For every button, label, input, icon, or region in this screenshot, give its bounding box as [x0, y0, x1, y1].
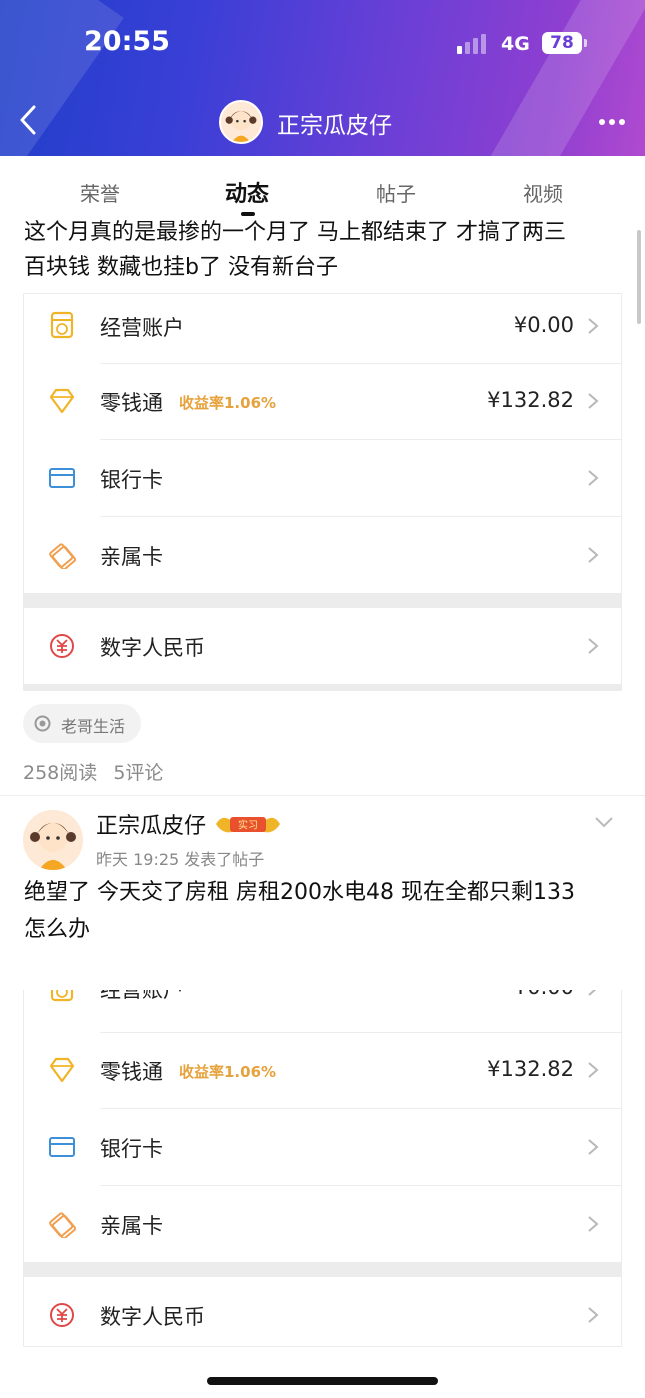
wallet-row-label: 银行卡 — [100, 468, 163, 492]
post-text-line: 怎么办 — [24, 917, 91, 942]
wallet-row-value: ¥0.00 — [513, 313, 574, 337]
post-time: 昨天 19:25 发表了帖子 — [96, 850, 265, 869]
post-text-line: 百块钱 数藏也挂b了 没有新台子 — [24, 255, 338, 280]
network-type: 4G — [501, 33, 530, 55]
wallet-row-change: 零钱通 收益率1.06% ¥132.82 — [24, 1032, 621, 1109]
wallet-screenshot-card[interactable]: 经营账户 ¥0.00 零钱通 收益率1.06% ¥132.82 银行卡 亲属卡 — [23, 990, 622, 1347]
wallet-row-label: 经营账户 — [100, 316, 184, 340]
header-avatar[interactable] — [219, 100, 263, 144]
wallet-row-value: ¥132.82 — [487, 1057, 574, 1081]
tab-posts[interactable]: 帖子 — [376, 178, 416, 207]
author-name[interactable]: 正宗瓜皮仔 — [96, 808, 206, 840]
topic-label: 老哥生活 — [61, 717, 126, 736]
wallet-row-label: 数字人民币 — [100, 636, 205, 660]
wallet-row-family: 亲属卡 — [24, 1186, 621, 1263]
post-text-line: 绝望了 今天交了房租 房租200水电48 现在全都只剩133 — [24, 880, 575, 905]
business-account-icon — [50, 311, 74, 339]
topic-icon — [34, 715, 51, 732]
topic-chip[interactable]: 老哥生活 — [23, 704, 141, 743]
post-text-line: 这个月真的是最掺的一个月了 马上都结束了 才搞了两三 — [24, 220, 566, 245]
wallet-row-label: 经营账户 — [100, 990, 184, 1002]
signal-icon — [457, 32, 493, 54]
post-stats: 258阅读 5评论 — [23, 758, 173, 785]
wallet-row-label: 数字人民币 — [100, 1305, 205, 1329]
wallet-row-label: 亲属卡 — [100, 545, 163, 569]
section-gap — [24, 1262, 621, 1277]
diamond-icon — [49, 1057, 75, 1083]
scrollbar[interactable] — [637, 230, 641, 324]
chevron-right-icon — [588, 318, 599, 334]
chevron-right-icon — [588, 638, 599, 654]
wallet-row-ecny: 数字人民币 — [24, 608, 621, 685]
family-card-icon — [49, 1212, 76, 1238]
yield-tag: 收益率1.06% — [179, 394, 277, 412]
chevron-right-icon — [588, 1216, 599, 1232]
wallet-row-value: ¥132.82 — [487, 388, 574, 412]
tab-honor[interactable]: 荣誉 — [80, 178, 120, 207]
chevron-right-icon — [588, 470, 599, 486]
header-decoration — [484, 0, 645, 156]
chevron-right-icon — [588, 547, 599, 563]
chevron-down-icon[interactable] — [594, 815, 614, 829]
digital-rmb-icon — [50, 1303, 74, 1327]
tab-activity[interactable]: 动态 — [225, 176, 269, 208]
rank-badge-icon: 实习 — [216, 817, 280, 833]
wallet-row-label: 银行卡 — [100, 1137, 163, 1161]
post-divider — [0, 795, 645, 796]
read-count: 258阅读 — [23, 762, 98, 784]
bank-card-icon — [49, 1137, 75, 1157]
wallet-row-change: 零钱通 收益率1.06% ¥132.82 — [24, 363, 621, 440]
status-time: 20:55 — [84, 26, 170, 57]
wallet-row-bank: 银行卡 — [24, 440, 621, 517]
digital-rmb-icon — [50, 634, 74, 658]
chevron-right-icon — [588, 1062, 599, 1078]
chevron-right-icon — [588, 990, 597, 996]
author-avatar[interactable] — [23, 810, 83, 870]
profile-tabs: 荣誉 动态 帖子 视频 — [0, 170, 645, 214]
chevron-right-icon — [588, 1139, 599, 1155]
section-gap — [24, 684, 621, 690]
badge-text: 实习 — [238, 819, 258, 832]
wallet-row-bank: 银行卡 — [24, 1109, 621, 1186]
wallet-row-ecny: 数字人民币 — [24, 1277, 621, 1346]
chevron-right-icon — [588, 1307, 599, 1323]
family-card-icon — [49, 543, 76, 569]
battery-tip — [584, 39, 587, 47]
section-gap — [24, 593, 621, 608]
profile-header: 20:55 4G 78 正宗瓜皮仔 — [0, 0, 645, 156]
tab-videos[interactable]: 视频 — [523, 178, 563, 207]
wallet-screenshot-card[interactable]: 经营账户 ¥0.00 零钱通 收益率1.06% ¥132.82 银行卡 亲属卡 — [23, 293, 622, 691]
business-account-icon — [50, 990, 74, 1002]
wallet-row-family: 亲属卡 — [24, 517, 621, 594]
wallet-row-value: ¥0.00 — [514, 990, 574, 999]
wallet-row-business: 经营账户 ¥0.00 — [24, 294, 621, 371]
home-indicator[interactable] — [207, 1377, 438, 1385]
header-title: 正宗瓜皮仔 — [277, 113, 392, 139]
chevron-right-icon — [588, 393, 599, 409]
wallet-row-label: 零钱通 — [100, 391, 163, 415]
wallet-row-label: 零钱通 — [100, 1060, 163, 1084]
back-icon[interactable] — [18, 104, 38, 136]
wallet-row-business: 经营账户 ¥0.00 — [24, 990, 621, 1027]
wallet-row-label: 亲属卡 — [100, 1214, 163, 1238]
yield-tag: 收益率1.06% — [179, 1063, 277, 1081]
cartoon-girl-avatar-icon — [23, 810, 83, 870]
diamond-icon — [49, 388, 75, 414]
comment-count[interactable]: 5评论 — [113, 762, 163, 784]
battery-icon: 78 — [542, 32, 582, 54]
bank-card-icon — [49, 468, 75, 488]
more-icon[interactable] — [599, 119, 625, 125]
cartoon-girl-avatar-icon — [221, 102, 261, 142]
